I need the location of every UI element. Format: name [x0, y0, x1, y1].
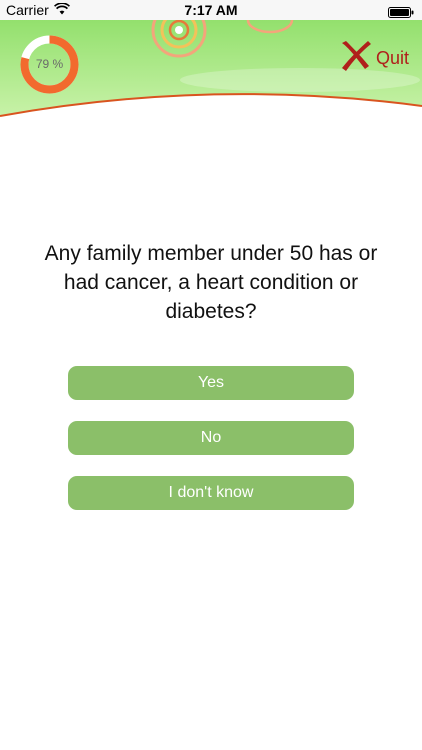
quit-button[interactable]: Quit — [338, 40, 409, 76]
dont-know-button[interactable]: I don't know — [68, 476, 354, 510]
screen: Carrier 7:17 AM 79 % Quit Any family mem… — [0, 0, 422, 750]
status-time: 7:17 AM — [184, 2, 238, 18]
status-bar: Carrier 7:17 AM — [0, 0, 422, 20]
progress-label: 79 % — [35, 57, 64, 71]
battery-icon — [388, 5, 414, 21]
yes-button[interactable]: Yes — [68, 366, 354, 400]
question-text: Any family member under 50 has or had ca… — [44, 242, 378, 323]
x-mark-icon — [338, 39, 374, 78]
quit-label: Quit — [376, 47, 410, 68]
no-button[interactable]: No — [68, 421, 354, 455]
